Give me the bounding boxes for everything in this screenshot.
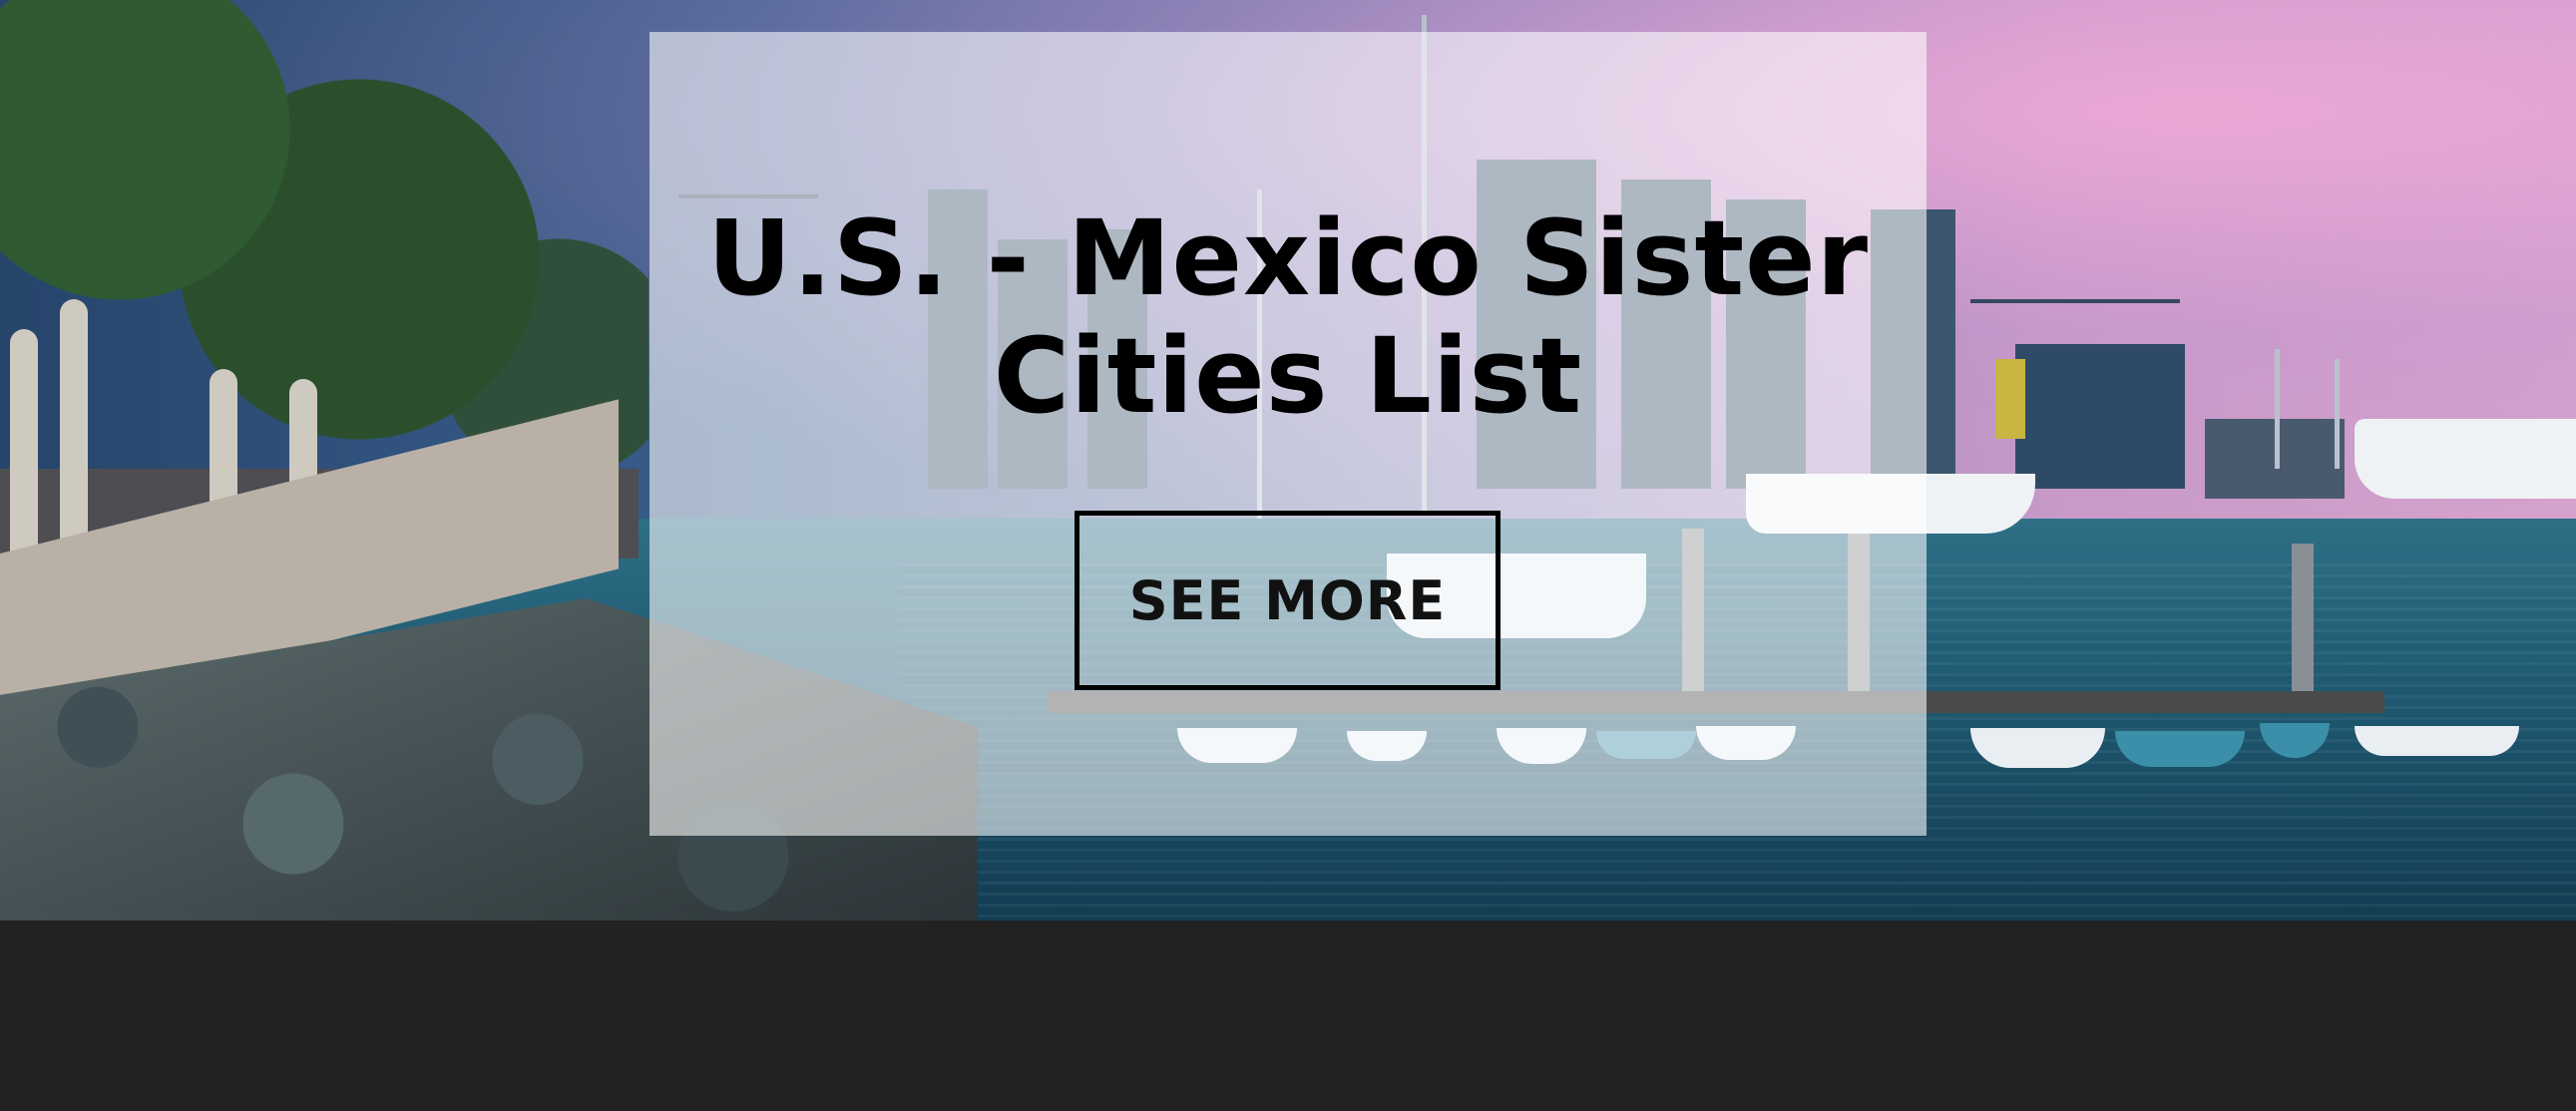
footer-bar [0, 921, 2576, 1111]
hero-section: U.S. - Mexico Sister Cities List SEE MOR… [0, 0, 2576, 921]
page-title: U.S. - Mexico Sister Cities List [707, 197, 1869, 437]
see-more-button[interactable]: SEE MORE [1074, 511, 1501, 690]
